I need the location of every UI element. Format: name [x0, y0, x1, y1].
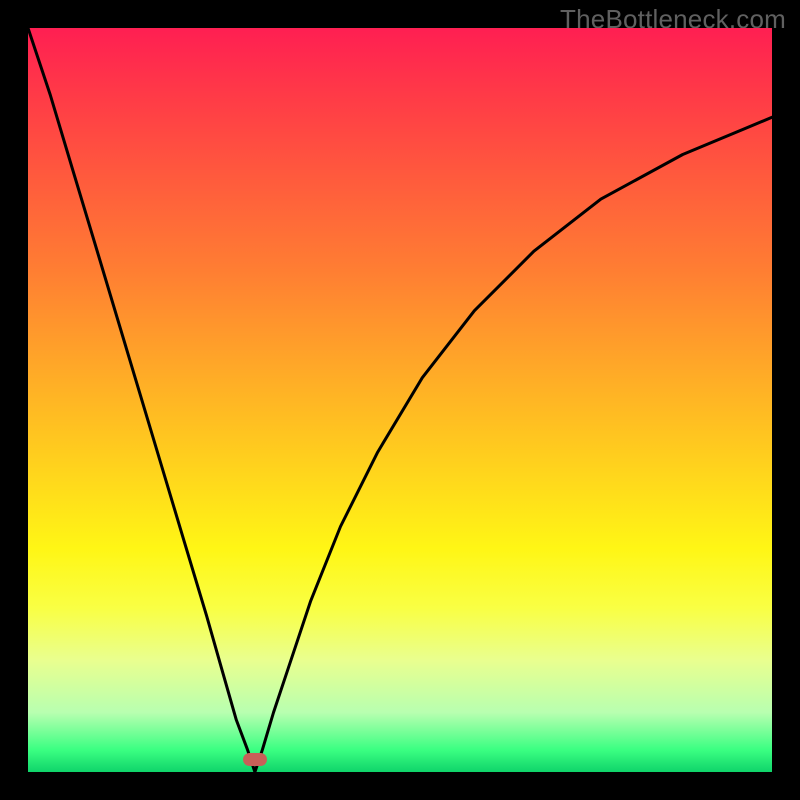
curve-svg [28, 28, 772, 772]
optimum-marker [243, 753, 267, 766]
bottleneck-curve [28, 28, 772, 772]
plot-area [28, 28, 772, 772]
chart-frame: TheBottleneck.com [0, 0, 800, 800]
